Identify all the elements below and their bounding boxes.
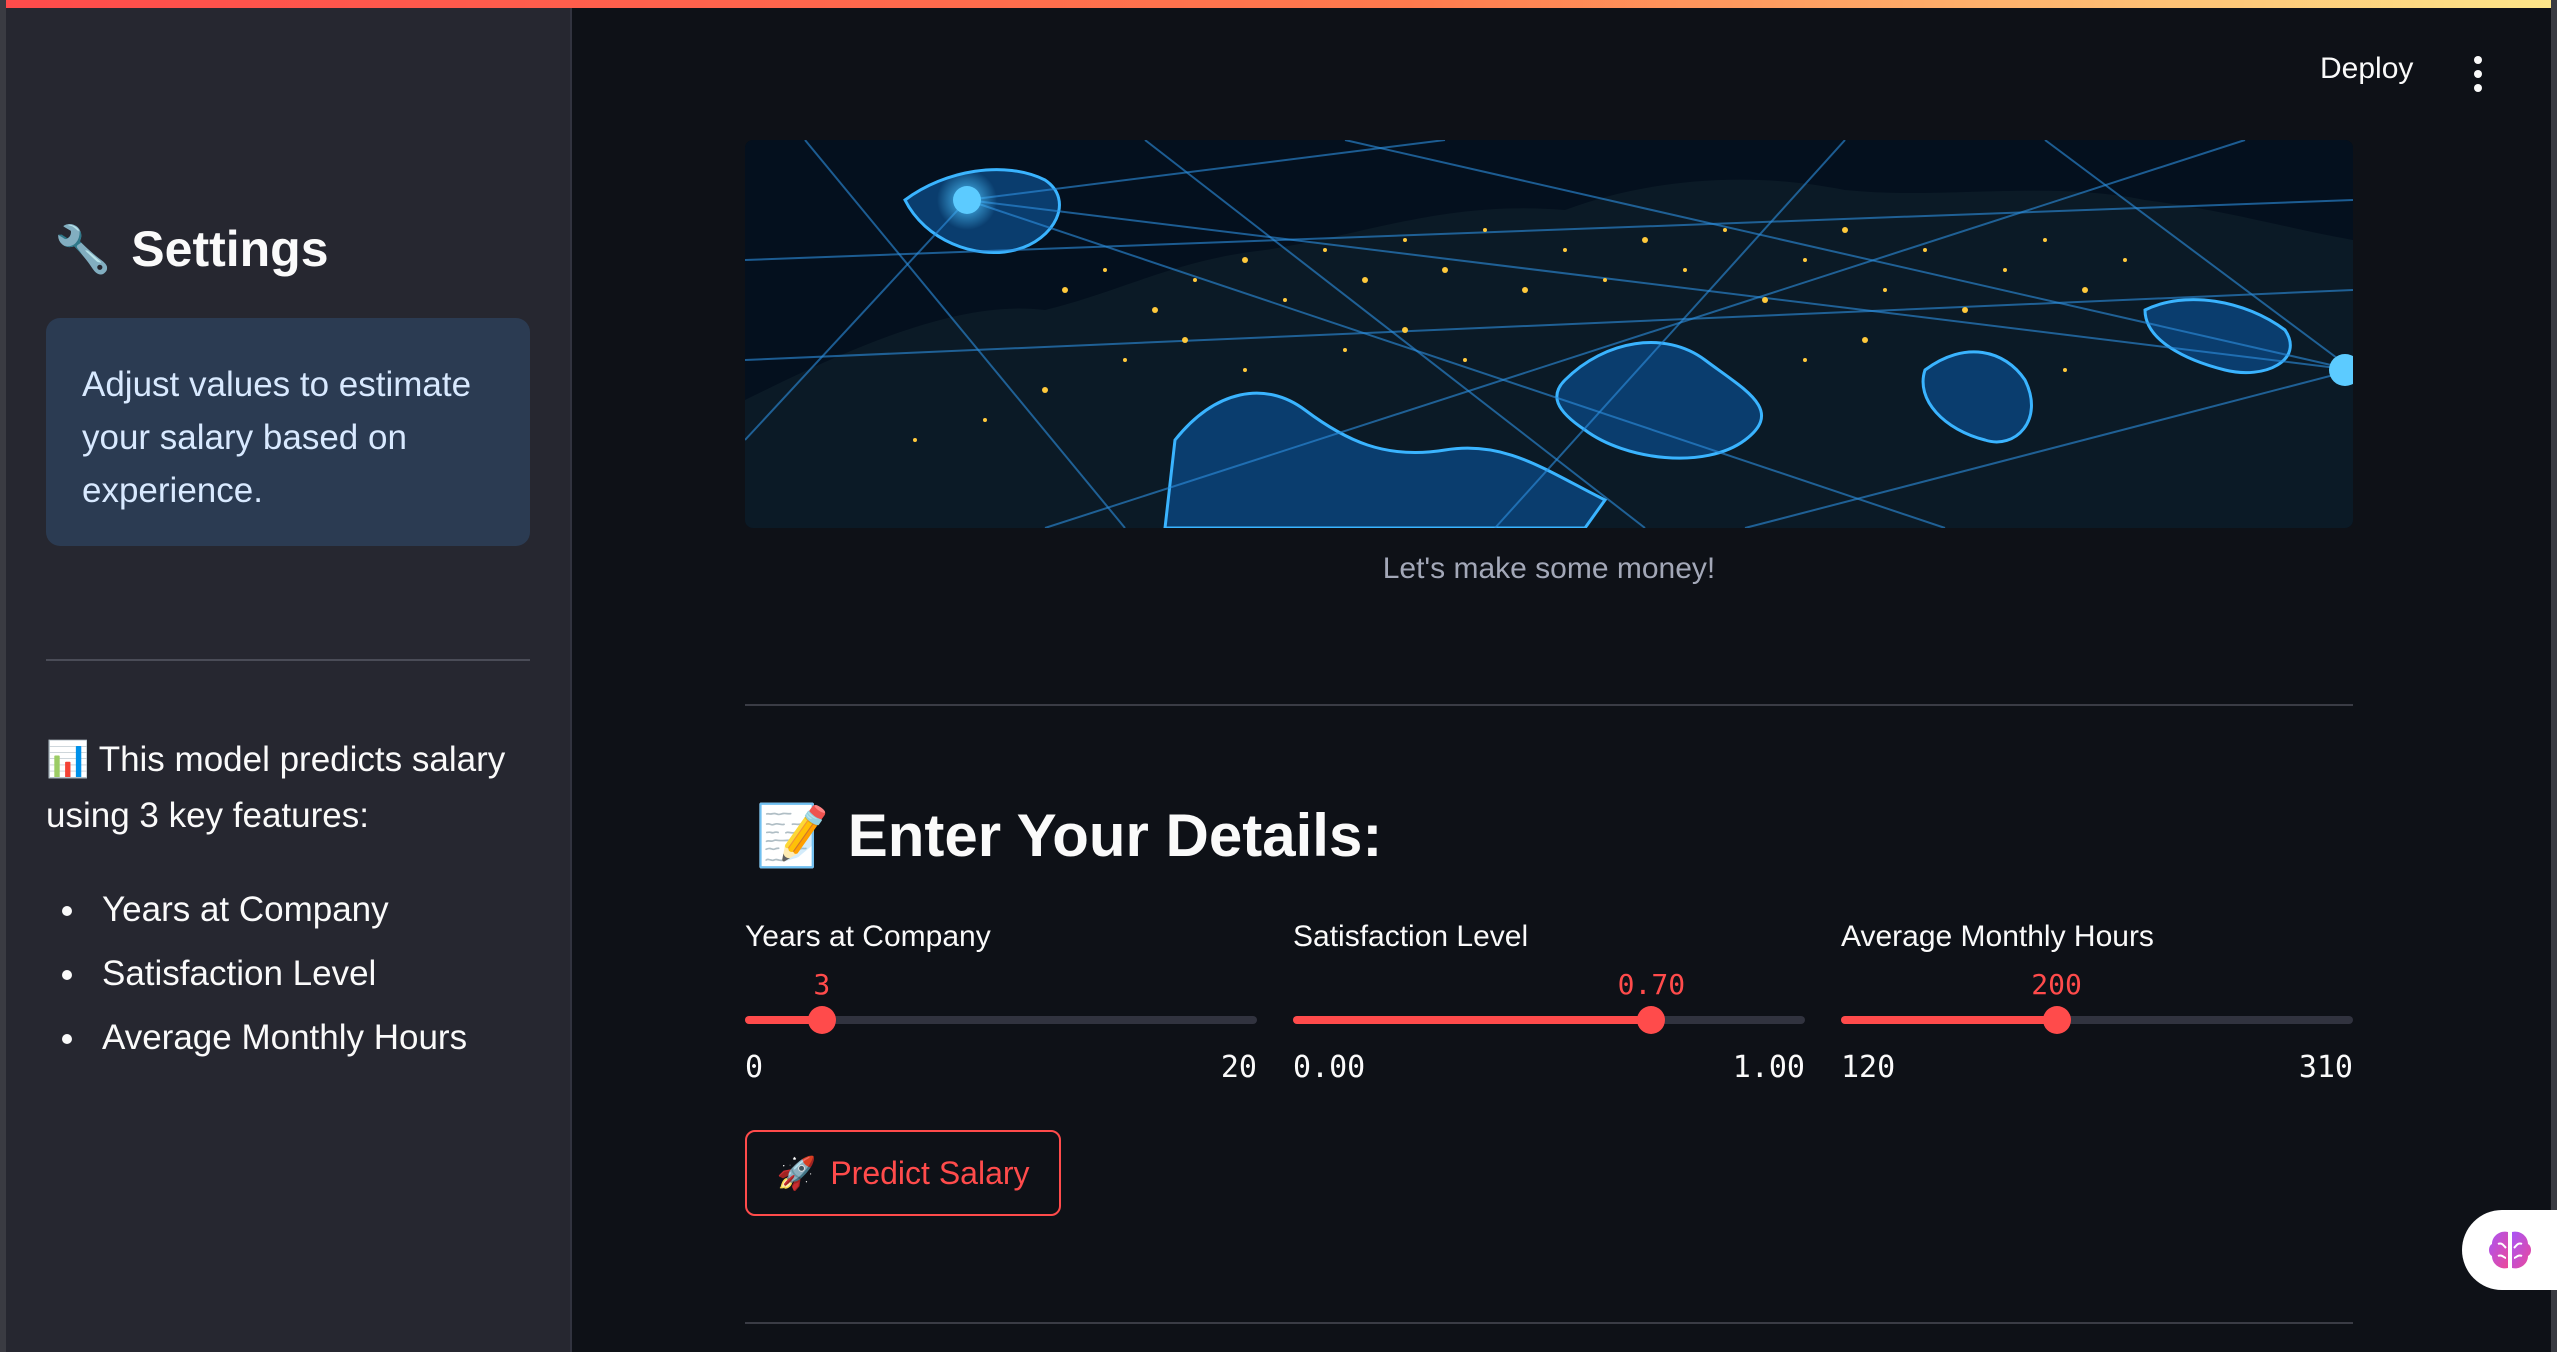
slider-years-at-company: Years at Company 3 0 20 bbox=[745, 920, 1257, 1090]
sidebar: 🔧 Settings Adjust values to estimate you… bbox=[6, 8, 572, 1352]
banner-image bbox=[745, 140, 2353, 528]
rocket-icon: 🚀 bbox=[776, 1155, 817, 1191]
section-heading-text: Enter Your Details: bbox=[847, 802, 1383, 869]
slider-min: 0.00 bbox=[1293, 1050, 1366, 1085]
slider-max: 20 bbox=[1220, 1050, 1257, 1085]
sidebar-description: 📊 This model predicts salary using 3 key… bbox=[46, 732, 546, 844]
slider-min: 0 bbox=[745, 1050, 764, 1085]
slider-label: Satisfaction Level bbox=[1293, 920, 1529, 953]
predict-salary-button[interactable]: 🚀 Predict Salary bbox=[745, 1130, 1061, 1216]
slider-min: 120 bbox=[1841, 1050, 1896, 1085]
slider-value: 3 bbox=[813, 968, 831, 1001]
brain-icon bbox=[2488, 1231, 2531, 1269]
slider-satisfaction-level: Satisfaction Level 0.70 0.00 1.00 bbox=[1293, 920, 1805, 1090]
deploy-button[interactable]: Deploy bbox=[2320, 52, 2413, 86]
feature-list: Years at Company Satisfaction Level Aver… bbox=[46, 878, 467, 1070]
main-divider-bottom bbox=[745, 1322, 2353, 1324]
feature-item: Satisfaction Level bbox=[46, 942, 467, 1006]
vertical-dots-icon[interactable] bbox=[2468, 56, 2488, 92]
banner-caption: Let's make some money! bbox=[1382, 552, 1716, 585]
sidebar-title: 🔧 Settings bbox=[54, 220, 329, 278]
info-text: Adjust values to estimate your salary ba… bbox=[82, 365, 472, 510]
top-decoration-bar bbox=[0, 0, 2557, 8]
feature-item: Years at Company bbox=[46, 878, 467, 942]
world-map-lights-image bbox=[745, 140, 2353, 528]
sidebar-title-text: Settings bbox=[131, 221, 329, 277]
bar-chart-icon: 📊 bbox=[46, 740, 90, 779]
slider-average-monthly-hours: Average Monthly Hours 200 120 310 bbox=[1841, 920, 2353, 1090]
slider-max: 310 bbox=[2298, 1050, 2353, 1085]
window-frame-right bbox=[2551, 0, 2557, 1352]
main-divider bbox=[745, 704, 2353, 706]
memo-icon: 📝 bbox=[755, 802, 830, 869]
wrench-icon: 🔧 bbox=[54, 222, 112, 275]
slider-max: 1.00 bbox=[1732, 1050, 1805, 1085]
slider-track[interactable] bbox=[1841, 1016, 2353, 1024]
slider-fill bbox=[1841, 1016, 2057, 1024]
info-box: Adjust values to estimate your salary ba… bbox=[46, 318, 530, 546]
slider-label: Years at Company bbox=[745, 920, 991, 953]
predict-salary-label: Predict Salary bbox=[830, 1154, 1030, 1191]
sidebar-description-text: This model predicts salary using 3 key f… bbox=[46, 740, 506, 835]
slider-track[interactable] bbox=[1293, 1016, 1805, 1024]
brain-assistant-button[interactable] bbox=[2462, 1210, 2557, 1290]
section-heading: 📝 Enter Your Details: bbox=[755, 800, 1382, 871]
slider-thumb[interactable] bbox=[1637, 1006, 1666, 1034]
slider-thumb[interactable] bbox=[2042, 1006, 2071, 1034]
slider-fill bbox=[1293, 1016, 1652, 1024]
slider-value: 0.70 bbox=[1617, 968, 1686, 1001]
feature-item: Average Monthly Hours bbox=[46, 1006, 467, 1070]
slider-label: Average Monthly Hours bbox=[1841, 920, 2154, 953]
sidebar-divider bbox=[46, 659, 530, 661]
slider-value: 200 bbox=[2031, 968, 2082, 1001]
slider-thumb[interactable] bbox=[807, 1006, 836, 1034]
